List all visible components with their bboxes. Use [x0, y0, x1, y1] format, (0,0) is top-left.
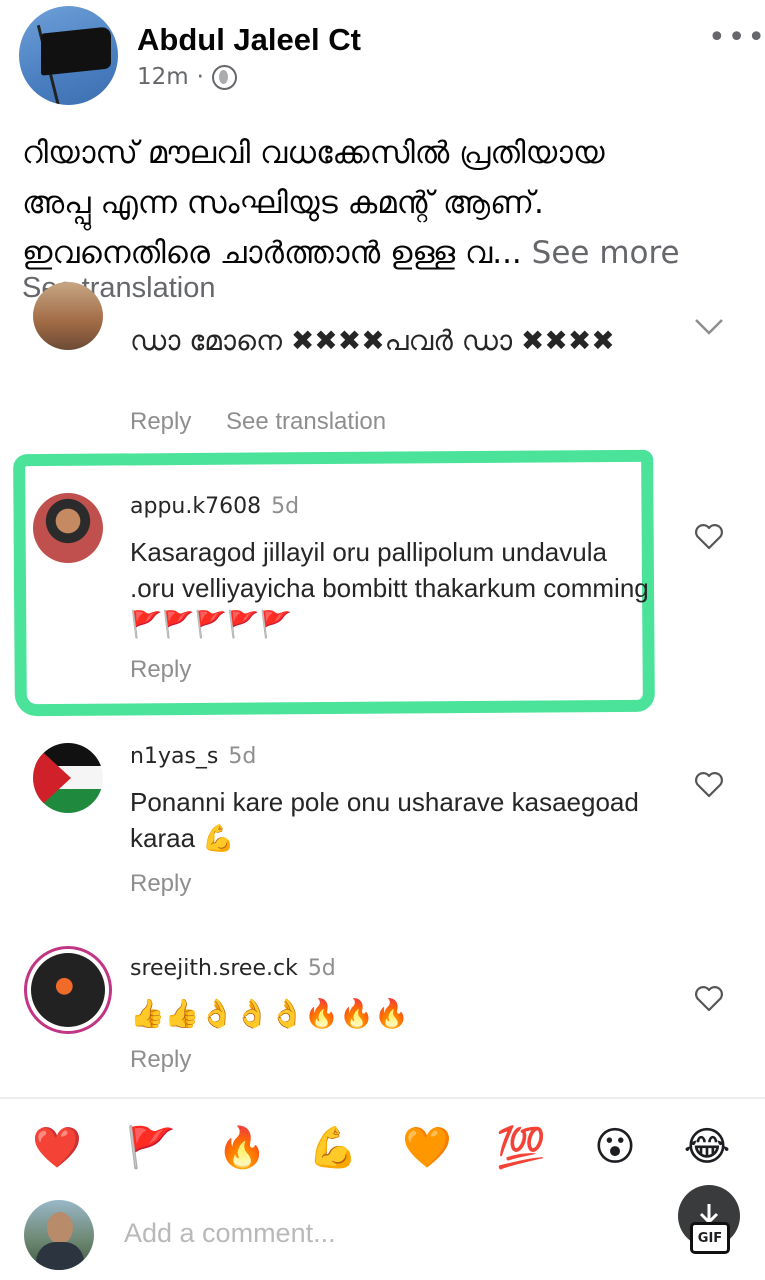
orange-heart-emoji-button[interactable]: 🧡 [400, 1120, 454, 1174]
post-text: റിയാസ് മൗലവി വധക്കേസിൽ പ്രതിയായ അപ്പു എന… [22, 128, 742, 278]
chevron-down-icon[interactable] [694, 318, 724, 336]
laughing-emoji-button[interactable]: 😂 [680, 1120, 734, 1174]
emoji-bar: ❤️ 🚩 🔥 💪 🧡 💯 😮 😂 [0, 1112, 765, 1182]
heart-icon[interactable] [694, 984, 724, 1012]
comment-item: ഡാ മോനെ ✖✖✖✖പവർ ഡാ ✖✖✖✖ Reply See transl… [0, 282, 765, 450]
commenter-avatar[interactable] [33, 493, 103, 563]
gif-button[interactable]: GIF [690, 1222, 730, 1254]
see-translation-link[interactable]: See translation [226, 408, 386, 436]
hundred-emoji-button[interactable]: 💯 [494, 1120, 548, 1174]
muscle-emoji-button[interactable]: 💪 [306, 1120, 360, 1174]
author-avatar[interactable] [19, 6, 118, 105]
post-header: Abdul Jaleel Ct 12m · ••• [0, 0, 765, 118]
flag-emoji-button[interactable]: 🚩 [124, 1120, 178, 1174]
meta-separator: · [196, 64, 204, 90]
post-text-line: ഇവനെതിരെ ചാർത്താൻ ഉള്ള വ... See more [22, 235, 680, 271]
commenter-avatar[interactable] [33, 743, 103, 813]
fire-emoji-button[interactable]: 🔥 [215, 1120, 269, 1174]
comment-username[interactable]: n1yas_s [130, 744, 218, 769]
divider [0, 1097, 765, 1099]
comment-text: Kasaragod jillayil oru pallipolum undavu… [130, 537, 649, 639]
heart-icon[interactable] [694, 522, 724, 550]
comment-item: sreejith.sree.ck 5d 👍👍👌👌👌🔥🔥🔥 Reply [0, 946, 765, 1082]
reply-button[interactable]: Reply [130, 1046, 191, 1074]
post-text-line: റിയാസ് മൗലവി വധക്കേസിൽ പ്രതിയായ [22, 135, 605, 171]
comment-text: Ponanni kare pole onu usharave kasaegoad… [130, 787, 639, 853]
comment-username[interactable]: sreejith.sree.ck [130, 956, 298, 981]
comment-username-row: n1yas_s 5d [130, 744, 256, 769]
comment-item: appu.k7608 5d Kasaragod jillayil oru pall… [0, 490, 765, 690]
post-meta: 12m · [137, 64, 237, 90]
comment-username-row: sreejith.sree.ck 5d [130, 956, 336, 981]
globe-icon [211, 64, 237, 90]
more-options-icon[interactable]: ••• [708, 23, 765, 53]
post-text-line: അപ്പു എന്ന സംഘിയുട കമന്റ് ആണ്. [22, 185, 544, 221]
author-name[interactable]: Abdul Jaleel Ct [137, 22, 361, 58]
my-avatar [24, 1200, 94, 1270]
heart-emoji-button[interactable]: ❤️ [30, 1120, 84, 1174]
see-more-link[interactable]: See more [532, 235, 680, 271]
comment-username-row: appu.k7608 5d [130, 494, 299, 519]
comment-text: 👍👍👌👌👌🔥🔥🔥 [130, 998, 409, 1029]
comment-item: n1yas_s 5d Ponanni kare pole onu usharave… [0, 740, 765, 910]
comment-username[interactable]: appu.k7608 [130, 494, 261, 519]
post-time[interactable]: 12m [137, 64, 189, 90]
comment-age: 5d [307, 956, 336, 981]
comment-age: 5d [271, 494, 300, 519]
comment-age: 5d [228, 744, 257, 769]
commenter-avatar[interactable] [33, 282, 103, 350]
reply-button[interactable]: Reply [130, 408, 191, 436]
reply-button[interactable]: Reply [130, 870, 191, 898]
commenter-avatar[interactable] [24, 946, 112, 1034]
reply-button[interactable]: Reply [130, 656, 191, 684]
surprised-emoji-button[interactable]: 😮 [588, 1120, 642, 1174]
add-comment-input[interactable]: Add a comment... [124, 1218, 336, 1249]
comment-text: ഡാ മോനെ ✖✖✖✖പവർ ഡാ ✖✖✖✖ [130, 324, 615, 357]
heart-icon[interactable] [694, 770, 724, 798]
